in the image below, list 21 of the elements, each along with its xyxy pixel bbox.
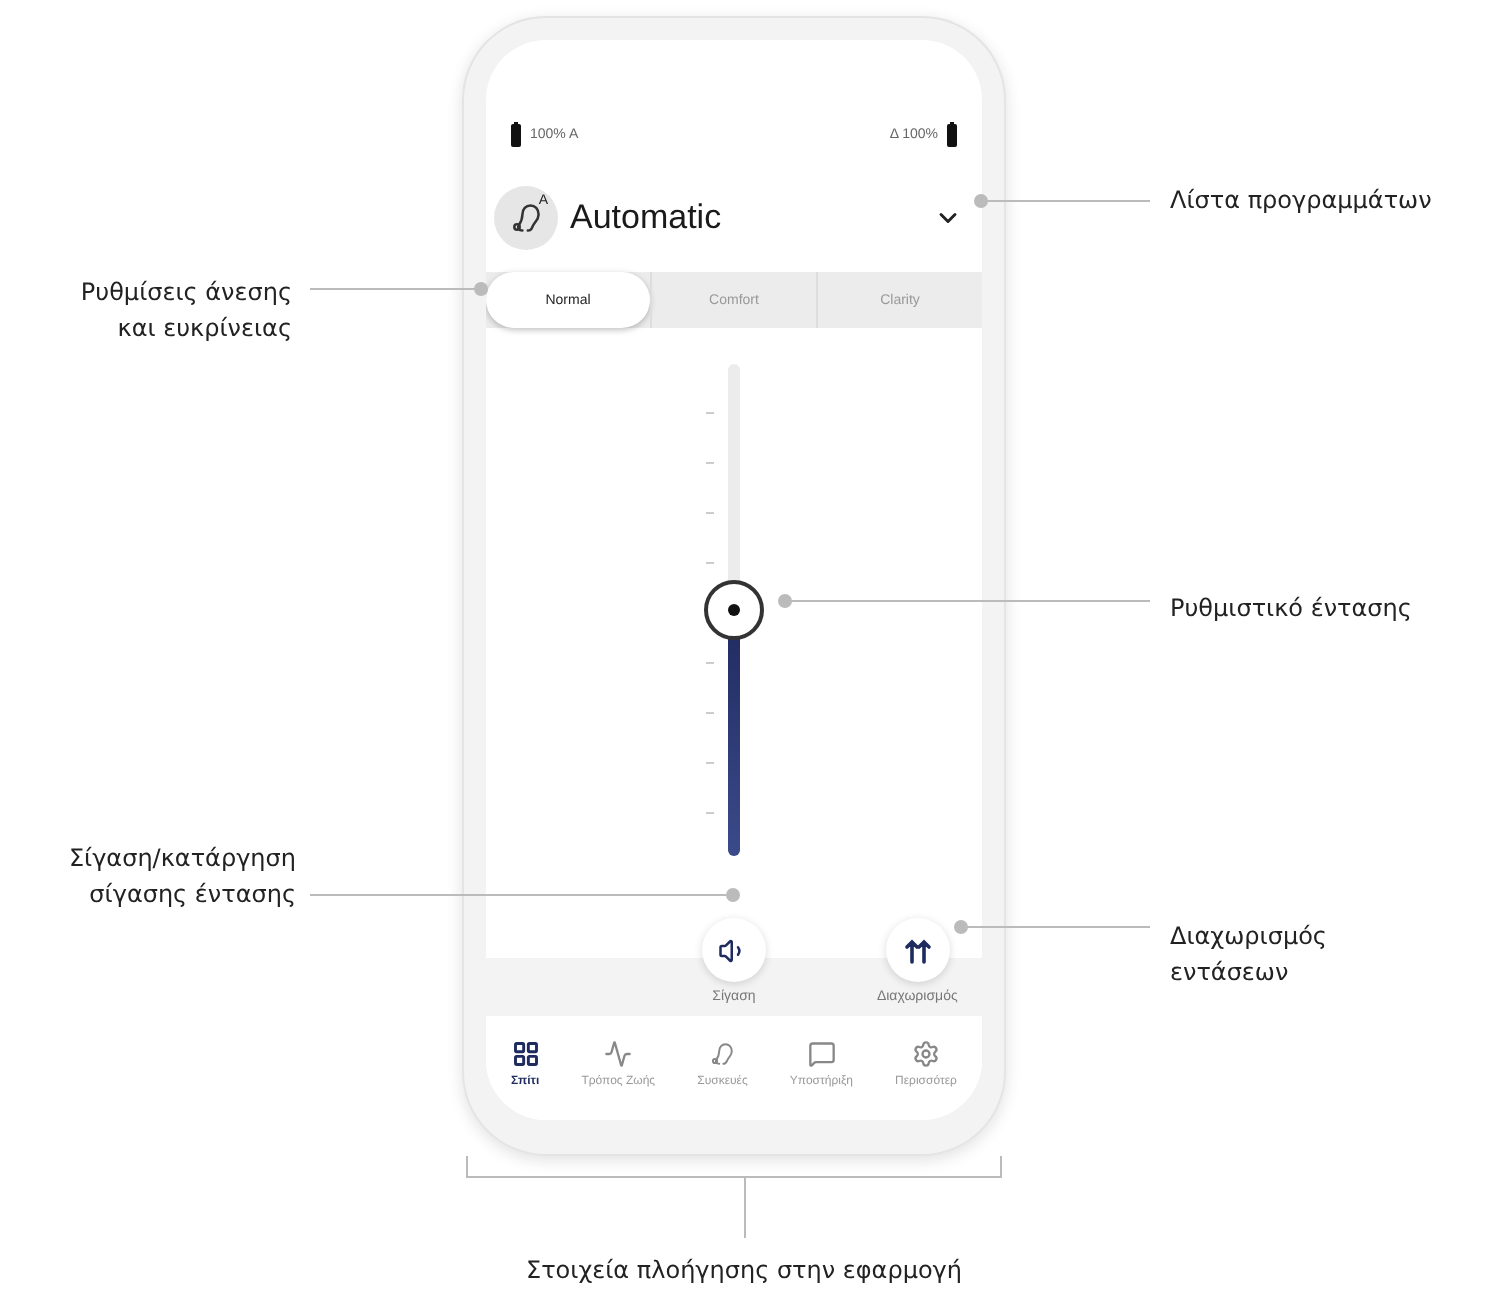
- annotation-text: Στοιχεία πλοήγησης στην εφαρμογή: [523, 1256, 965, 1284]
- chat-icon: [807, 1040, 836, 1068]
- mute-button[interactable]: [701, 918, 766, 982]
- annotation-text: Διαχωρισμός εντάσεων: [1170, 920, 1327, 990]
- battery-icon: [510, 121, 522, 147]
- ear-icon: [708, 1040, 737, 1068]
- grid-icon: [511, 1040, 540, 1068]
- annotation-text: Λίστα προγραμμάτων: [1170, 184, 1432, 218]
- leader-dot: [474, 282, 488, 296]
- program-title: Automatic: [570, 198, 724, 238]
- volume-thumb[interactable]: [704, 580, 764, 640]
- annotation-text: Σίγαση/κατάργηση σίγασης έντασης: [68, 842, 296, 912]
- split-button[interactable]: [885, 918, 950, 982]
- annotation-text: Ρυθμίσεις άνεσης και ευκρίνειας: [80, 276, 292, 346]
- pulse-icon: [604, 1040, 633, 1068]
- equalizer-arrows-icon: [903, 936, 932, 964]
- battery-icon: [946, 121, 958, 147]
- annotation-text: Ρυθμιστικό έντασης: [1170, 592, 1412, 626]
- settings-icon: [911, 1040, 940, 1068]
- leader-line: [744, 1178, 746, 1238]
- ear-icon: [508, 200, 544, 236]
